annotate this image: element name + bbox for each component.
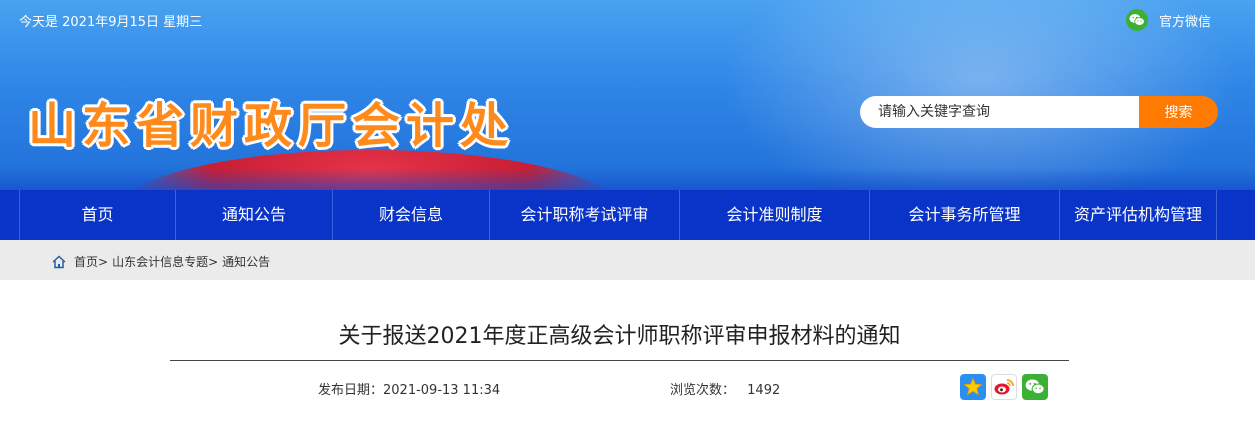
- view-count-value: 1492: [747, 383, 781, 398]
- breadcrumb-home[interactable]: 首页>: [74, 253, 108, 270]
- search-input[interactable]: [860, 96, 1140, 128]
- share-buttons: [960, 374, 1048, 400]
- home-icon: [52, 254, 66, 268]
- official-wechat-link[interactable]: 官方微信: [1126, 9, 1211, 31]
- nav-item-firm-management[interactable]: 会计事务所管理: [870, 190, 1060, 240]
- current-date: 今天是 2021年9月15日 星期三: [19, 15, 203, 30]
- view-count-label: 浏览次数：: [670, 383, 736, 398]
- nav-item-home[interactable]: 首页: [20, 190, 176, 240]
- banner-base-shade: [0, 168, 1255, 190]
- nav-item-notices[interactable]: 通知公告: [176, 190, 333, 240]
- wechat-icon[interactable]: [1022, 374, 1048, 400]
- header-banner: 今天是 2021年9月15日 星期三 官方微信 山东省财政厅会计处 搜索: [0, 0, 1255, 190]
- qzone-star-icon[interactable]: [960, 374, 986, 400]
- breadcrumb-bar: 首页> 山东会计信息专题> 通知公告: [0, 240, 1255, 280]
- nav-item-title-exam[interactable]: 会计职称考试评审: [490, 190, 680, 240]
- title-divider: [170, 360, 1069, 361]
- breadcrumb-current[interactable]: 通知公告: [222, 253, 270, 270]
- breadcrumb: 首页> 山东会计信息专题> 通知公告: [52, 253, 270, 270]
- nav-item-standards[interactable]: 会计准则制度: [680, 190, 870, 240]
- nav-item-asset-appraisal[interactable]: 资产评估机构管理: [1060, 190, 1217, 240]
- wechat-icon: [1126, 9, 1148, 31]
- weibo-icon[interactable]: [991, 374, 1017, 400]
- article-title: 关于报送2021年度正高级会计师职称评审申报材料的通知: [338, 324, 901, 349]
- nav-items: 首页 通知公告 财会信息 会计职称考试评审 会计准则制度 会计事务所管理 资产评…: [19, 190, 1217, 240]
- breadcrumb-topic[interactable]: 山东会计信息专题>: [112, 253, 218, 270]
- wechat-label: 官方微信: [1159, 14, 1212, 30]
- site-title-logo: 山东省财政厅会计处: [28, 98, 515, 154]
- publish-date: 发布日期：2021-09-13 11:34: [318, 383, 501, 398]
- search-button[interactable]: 搜索: [1139, 96, 1218, 128]
- main-nav: 首页 通知公告 财会信息 会计职称考试评审 会计准则制度 会计事务所管理 资产评…: [0, 190, 1255, 240]
- view-count: 浏览次数： 1492: [670, 379, 780, 398]
- nav-item-finance-info[interactable]: 财会信息: [333, 190, 490, 240]
